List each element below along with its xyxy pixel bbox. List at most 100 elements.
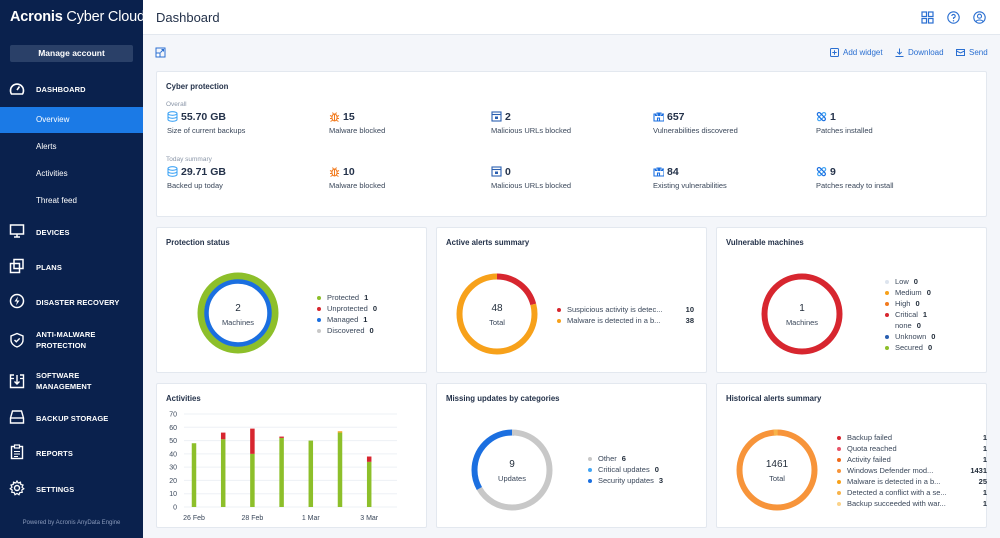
bar-succeeded-5[interactable] — [337, 432, 343, 507]
nav-dashboard[interactable]: DASHBOARD — [0, 80, 143, 98]
bar-succeeded-4[interactable] — [308, 440, 314, 507]
legend-dot — [885, 334, 889, 339]
legend-item[interactable]: Secured 0 — [885, 342, 935, 353]
bar-failed-1[interactable] — [220, 432, 226, 440]
legend-item[interactable]: Managed 1 — [317, 314, 377, 325]
legend-item[interactable]: Critical 1 — [885, 309, 935, 320]
legend-item[interactable]: Activity failed 1 — [837, 454, 987, 465]
legend-item[interactable]: Malware is detected in a b... 38 — [557, 315, 694, 326]
stat-overall-1: 15 Malware blocked — [329, 110, 385, 136]
bar-failed-6[interactable] — [366, 456, 372, 462]
help-icon[interactable] — [947, 11, 960, 24]
legend-label: Discovered — [327, 326, 365, 335]
nav-software-management[interactable]: SOFTWARE MANAGEMENT — [0, 369, 143, 393]
vulnerable-machines-card[interactable]: Vulnerable machines 1 Machines Low 0 Mediu… — [716, 227, 987, 373]
legend-count: 0 — [654, 465, 659, 474]
legend-item[interactable]: Backup succeeded with war... 1 — [837, 498, 987, 509]
donut-center: 1461 Total — [737, 459, 817, 483]
legend-item[interactable]: Unknown 0 — [885, 331, 935, 342]
legend-item[interactable]: none 0 — [885, 320, 935, 331]
legend-count: 0 — [372, 304, 378, 313]
legend-count: 1 — [922, 310, 928, 319]
legend-count: 6 — [621, 454, 626, 463]
legend-item[interactable]: Malware is detected in a b... 25 — [837, 476, 987, 487]
legend-item[interactable]: Low 0 — [885, 276, 935, 287]
stat-today-1: 10 Malware blocked — [329, 165, 385, 191]
apps-grid-icon[interactable] — [921, 11, 934, 24]
legend-item[interactable]: Security updates 3 — [588, 475, 663, 486]
y-tick-label: 70 — [169, 412, 177, 419]
historical-alerts-title: Historical alerts summary — [726, 394, 822, 403]
gear-icon — [9, 480, 25, 496]
expand-view-icon[interactable] — [155, 47, 166, 58]
bar-warning-5[interactable] — [337, 431, 343, 433]
download-button[interactable]: Download — [895, 48, 944, 57]
send-label: Send — [969, 48, 988, 57]
legend-label: Malware is detected in a b... — [567, 316, 661, 325]
legend-dot — [588, 478, 592, 483]
nav-disaster-recovery[interactable]: DISASTER RECOVERY — [0, 293, 143, 311]
legend-label: Backup succeeded with war... — [847, 499, 946, 508]
nav-item-overview[interactable]: Overview — [0, 107, 143, 133]
nav-reports[interactable]: REPORTS — [0, 444, 143, 462]
castle-icon — [653, 167, 664, 177]
bar-succeeded-6[interactable] — [366, 461, 372, 507]
bar-succeeded-1[interactable] — [220, 439, 226, 507]
manage-account-button[interactable]: Manage account — [10, 45, 133, 62]
legend-item[interactable]: Medium 0 — [885, 287, 935, 298]
bar-succeeded-2[interactable] — [250, 453, 255, 507]
legend-dot — [885, 301, 889, 306]
nav-settings[interactable]: SETTINGS — [0, 480, 143, 498]
nav-plans[interactable]: PLANS — [0, 258, 143, 276]
stat-number: 9 — [830, 165, 836, 178]
nav-settings-label: SETTINGS — [36, 485, 75, 494]
donut-unit: Updates — [498, 474, 526, 483]
nav-item-activities[interactable]: Activities — [0, 161, 143, 187]
legend-item[interactable]: High 0 — [885, 298, 935, 309]
missing-updates-card[interactable]: Missing updates by categories 9 Updates … — [436, 383, 707, 528]
legend-dot — [885, 290, 889, 295]
legend-item[interactable]: Unprotected 0 — [317, 303, 377, 314]
legend-count: 1 — [363, 315, 368, 324]
legend-label: Activity failed — [847, 455, 891, 464]
legend-item[interactable]: Suspicious activity is detec... 10 — [557, 304, 694, 315]
brand-product: Cyber Cloud — [62, 9, 145, 25]
legend-item[interactable]: Critical updates 0 — [588, 464, 663, 475]
active-alerts-card[interactable]: Active alerts summary 48 Total Suspiciou… — [436, 227, 707, 373]
user-account-icon[interactable] — [973, 11, 986, 24]
bar-succeeded-3[interactable] — [279, 437, 284, 507]
nav-anti-malware-label: ANTI-MALWARE PROTECTION — [36, 329, 96, 351]
legend-item[interactable]: Backup failed 1 — [837, 432, 987, 443]
x-tick-label: 3 Mar — [360, 515, 379, 522]
legend-item[interactable]: Windows Defender mod... 1431 — [837, 465, 987, 476]
bar-failed-2[interactable] — [250, 428, 255, 454]
y-tick-label: 60 — [169, 425, 177, 432]
y-tick-label: 40 — [169, 451, 177, 458]
send-button[interactable]: Send — [956, 48, 988, 57]
bar-failed-3[interactable] — [279, 436, 284, 438]
nav-backup-storage[interactable]: BACKUP STORAGE — [0, 409, 143, 427]
legend-count: 0 — [916, 321, 921, 330]
nav-devices[interactable]: DEVICES — [0, 223, 143, 241]
nav-item-alerts[interactable]: Alerts — [0, 134, 143, 160]
stat-number: 10 — [343, 165, 355, 178]
historical-alerts-card[interactable]: Historical alerts summary 1461 Total Bac… — [716, 383, 987, 528]
add-widget-button[interactable]: Add widget — [830, 48, 883, 57]
activities-card[interactable]: Activities 0 10 20 30 40 50 60 70 26 Feb 28 Feb 1 … — [156, 383, 427, 528]
stat-number: 15 — [343, 110, 355, 123]
nav-anti-malware[interactable]: ANTI-MALWARE PROTECTION — [0, 328, 143, 352]
legend-item[interactable]: Discovered 0 — [317, 325, 377, 336]
active-alerts-legend: Suspicious activity is detec... 10 Malware… — [557, 304, 694, 326]
donut-center: 48 Total — [457, 303, 537, 327]
legend-item[interactable]: Protected 1 — [317, 292, 377, 303]
legend-item[interactable]: Quota reached 1 — [837, 443, 987, 454]
protection-status-card[interactable]: Protection status 2 Machines Protected 1 U… — [156, 227, 427, 373]
legend-item[interactable]: Other 6 — [588, 453, 663, 464]
legend-item[interactable]: Detected a conflict with a se... 1 — [837, 487, 987, 498]
bar-succeeded-0[interactable] — [191, 443, 197, 507]
legend-label: Backup failed — [847, 433, 893, 442]
legend-dot — [317, 317, 321, 322]
nav-item-threat-feed[interactable]: Threat feed — [0, 188, 143, 214]
nav-anti-malware-label-line1: ANTI-MALWARE — [36, 330, 96, 339]
legend-dot — [317, 295, 321, 300]
